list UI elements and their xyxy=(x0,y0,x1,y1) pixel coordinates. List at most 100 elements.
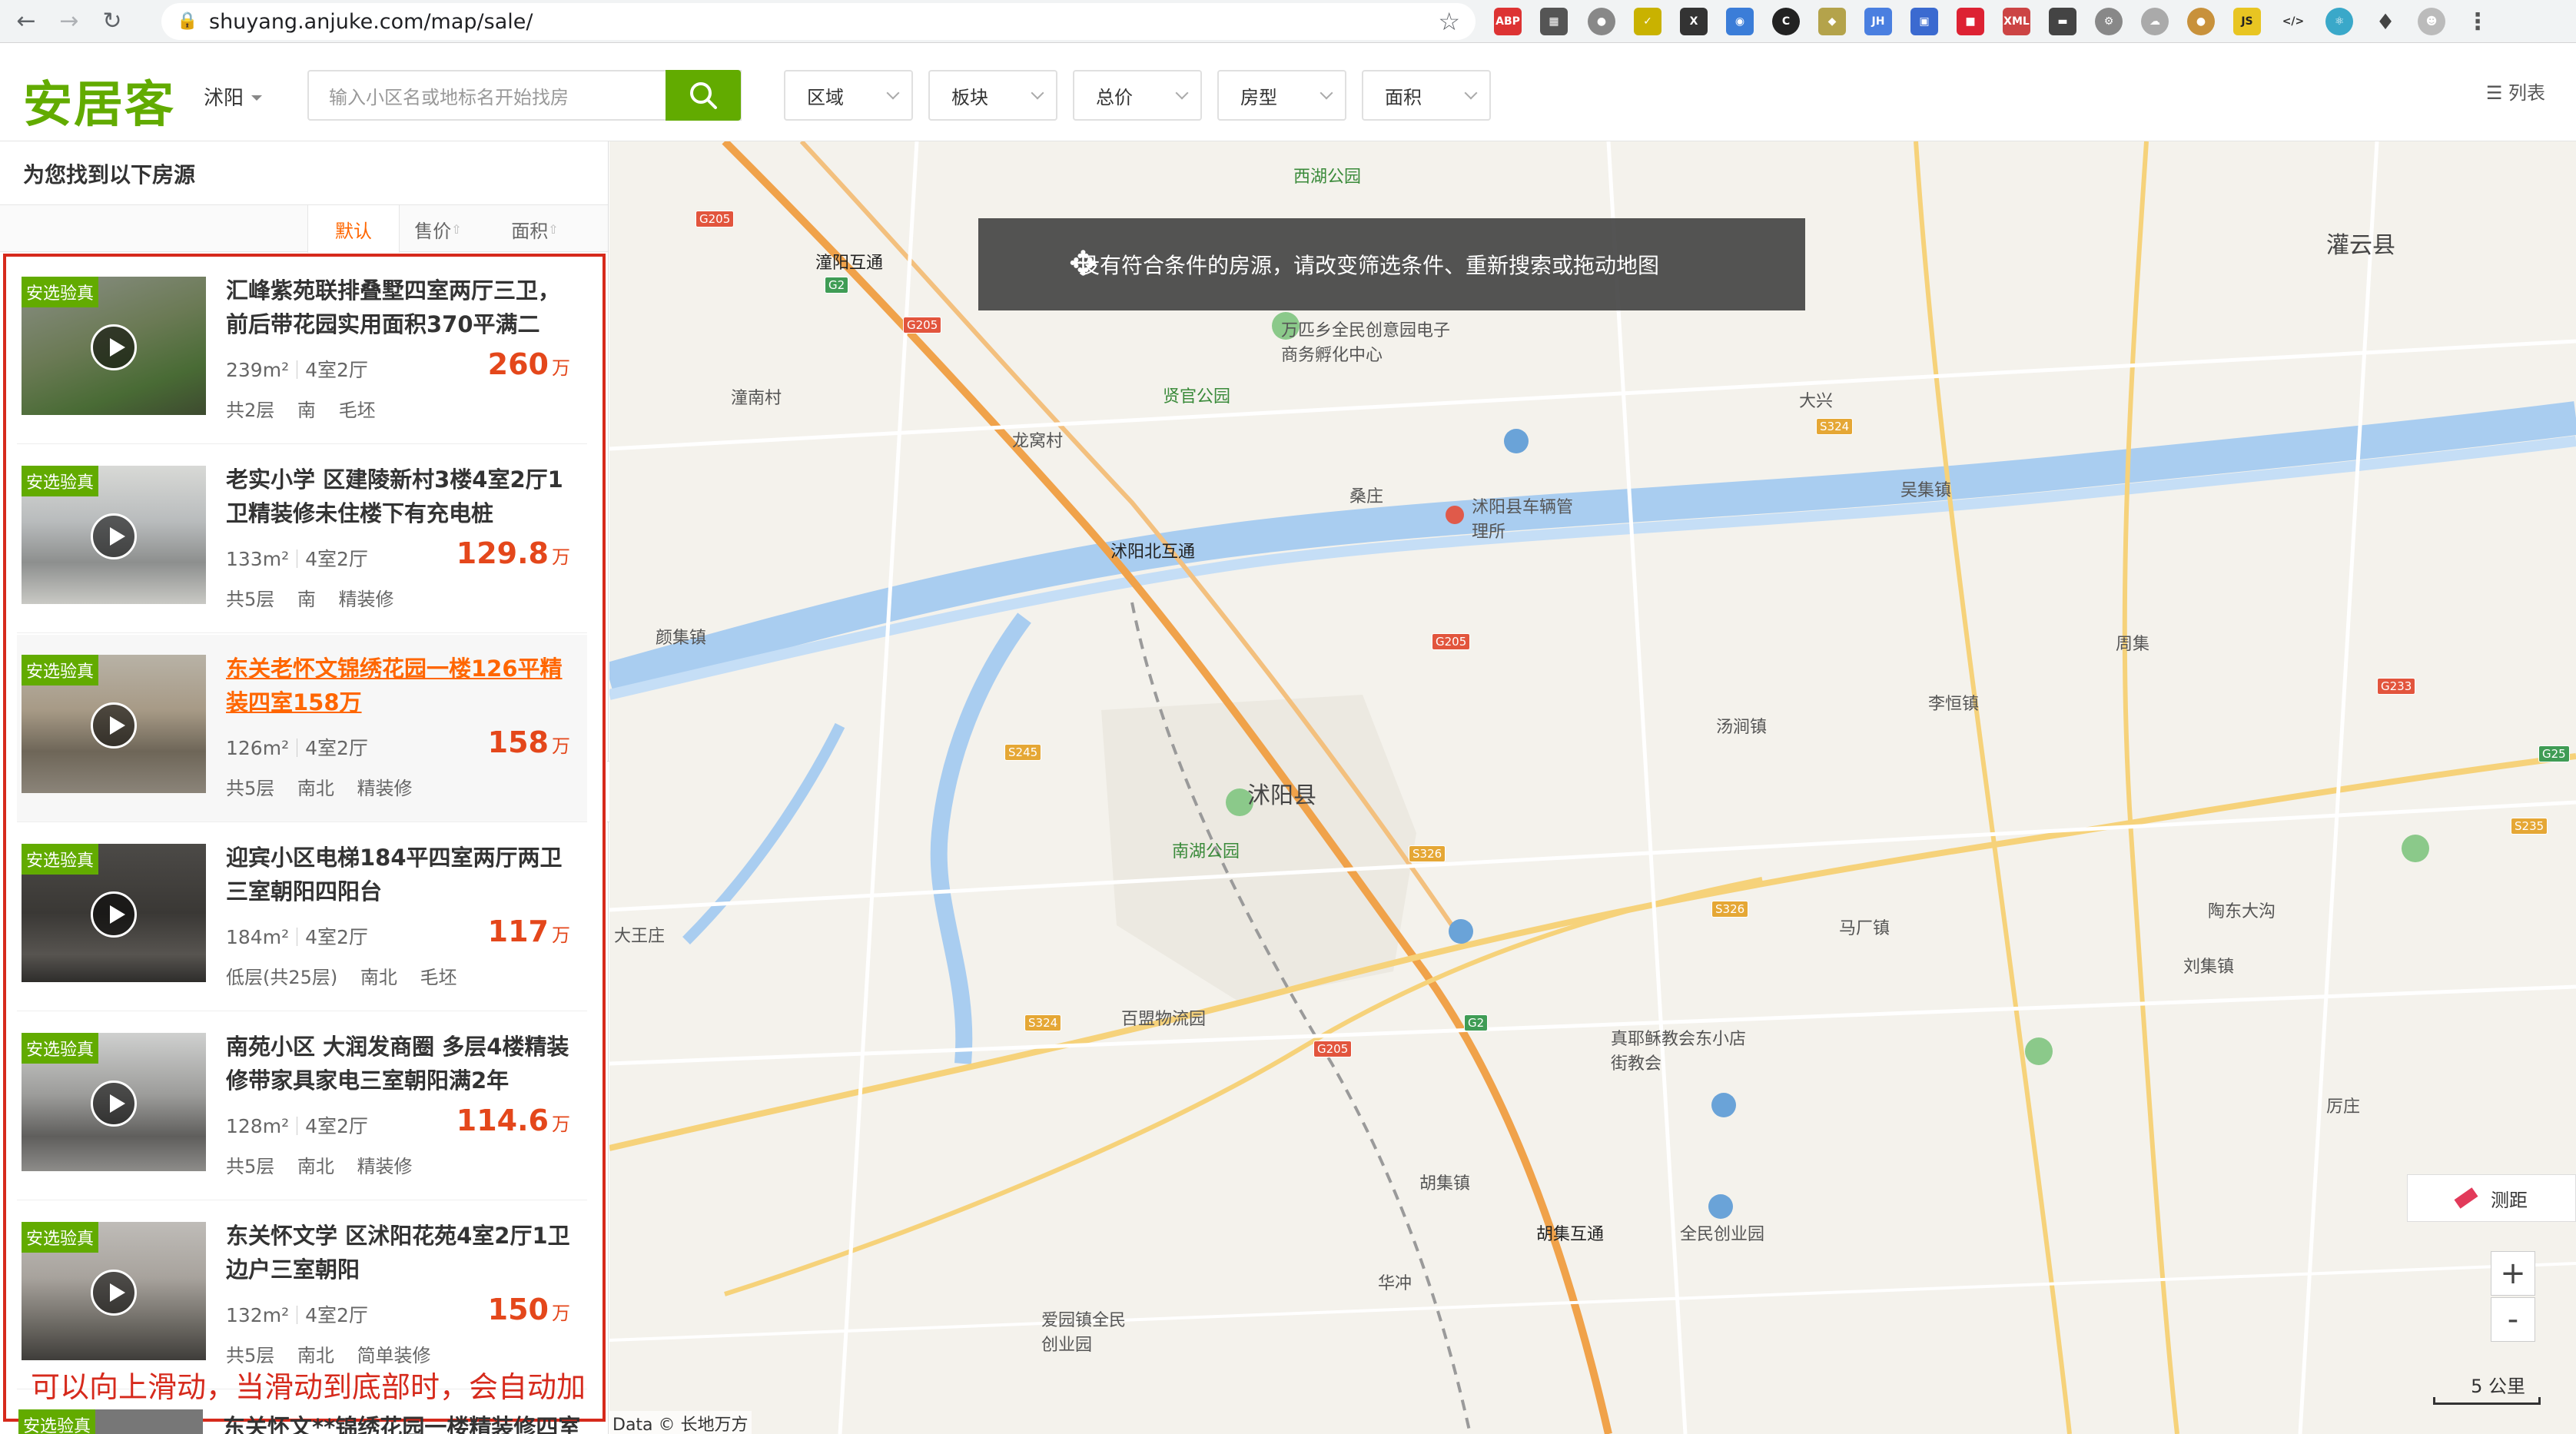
map-label: 李恒镇 xyxy=(1928,695,1980,714)
price-unit: 万 xyxy=(552,357,570,379)
sort-default[interactable]: 默认 xyxy=(307,205,400,253)
map-label: 桑庄 xyxy=(1349,487,1384,506)
listing-title[interactable]: 南苑小区 大润发商圈 多层4楼精装修带家具家电三室朝阳满2年 xyxy=(226,1030,579,1097)
zoom-in-button[interactable]: + xyxy=(2491,1251,2535,1296)
road-shield: S245 xyxy=(1004,744,1042,761)
profile-avatar-icon[interactable]: ☻ xyxy=(2418,8,2445,35)
listing-item[interactable]: 安选验真 东关老怀文锦绣花园一楼126平精装四室158万 126m² 4室2厅 1… xyxy=(17,635,587,822)
listing-layout: 4室2厅 xyxy=(305,548,368,570)
listing-layout: 4室2厅 xyxy=(305,1304,368,1326)
sort-area[interactable]: 面积 ⇧ xyxy=(489,205,581,253)
listing-title[interactable]: 东关老怀文锦绣花园一楼126平精装四室158万 xyxy=(226,652,579,719)
verified-badge: 安选验真 xyxy=(22,1033,99,1064)
back-icon[interactable]: ← xyxy=(9,5,43,38)
zoom-out-button[interactable]: - xyxy=(2491,1297,2535,1342)
qr-icon[interactable]: ▦ xyxy=(1540,8,1568,35)
toast-message: 没有符合条件的房源，请改变筛选条件、重新搜索或拖动地图 xyxy=(1078,253,1660,278)
listing-photo[interactable]: 安选验真 xyxy=(22,1033,206,1171)
map-label: 龙窝村 xyxy=(1012,432,1064,451)
listing-item[interactable]: 安选验真 老实小学 区建陵新村3楼4室2厅1卫精装修未住楼下有充电桩 133m²… xyxy=(17,446,587,633)
list-view-button[interactable]: ☰ 列表 xyxy=(2486,78,2545,105)
filter-total-price[interactable]: 总价 xyxy=(1073,70,1202,121)
play-video-icon[interactable] xyxy=(91,1270,137,1316)
code-icon[interactable]: </> xyxy=(2279,8,2307,35)
c-extension-icon[interactable]: C xyxy=(1772,8,1800,35)
listing-photo[interactable]: 安选验真 xyxy=(22,466,206,604)
xml-icon[interactable]: XML xyxy=(2003,8,2030,35)
listing-layout: 4室2厅 xyxy=(305,359,368,381)
react-icon[interactable]: ⚛ xyxy=(2325,8,2353,35)
listing-item[interactable]: 安选验真 南苑小区 大润发商圈 多层4楼精装修带家具家电三室朝阳满2年 128m… xyxy=(17,1013,587,1200)
listing-item-partial[interactable]: 安选验真 东关怀文**锦绣花园一楼精装修四室两 xyxy=(14,1409,598,1434)
translate-icon[interactable]: ◉ xyxy=(1726,8,1754,35)
map-label: 大兴 xyxy=(1799,392,1834,411)
forward-icon[interactable]: → xyxy=(52,5,86,38)
lightning-icon[interactable]: ✓ xyxy=(1634,8,1661,35)
play-video-icon[interactable] xyxy=(91,324,137,370)
listing-photo[interactable]: 安选验真 xyxy=(18,1409,203,1434)
filter-area[interactable]: 面积 xyxy=(1362,70,1491,121)
sort-price[interactable]: 售价 ⇧ xyxy=(392,205,484,253)
verified-badge: 安选验真 xyxy=(22,466,99,496)
listing-title[interactable]: 迎宾小区电梯184平四室两厅两卫 三室朝阳四阳台 xyxy=(226,841,579,908)
map-copyright: Data © 长地万方 xyxy=(609,1411,752,1434)
listing-item[interactable]: 安选验真 东关怀文学 区沭阳花苑4室2厅1卫边户三室朝阳 132m² 4室2厅 1… xyxy=(17,1202,587,1389)
play-video-icon[interactable] xyxy=(91,702,137,749)
city-selector[interactable]: 沭阳 xyxy=(204,82,262,111)
map-label: 潼阳互通 xyxy=(815,254,884,273)
map-label: 胡集镇 xyxy=(1419,1174,1471,1193)
play-video-icon[interactable] xyxy=(91,513,137,559)
listing-photo[interactable]: 安选验真 xyxy=(22,1222,206,1360)
listing-item[interactable]: 安选验真 汇峰紫苑联排叠墅四室两厅三卫，前后带花园实用面积370平满二 239m… xyxy=(17,257,587,444)
filter-block[interactable]: 板块 xyxy=(928,70,1057,121)
filter-room-type[interactable]: 房型 xyxy=(1217,70,1346,121)
road-shield: G205 xyxy=(695,211,735,227)
filter-area-label: 面积 xyxy=(1385,86,1422,108)
globe-icon[interactable]: ● xyxy=(1588,8,1615,35)
verified-badge: 安选验真 xyxy=(22,655,99,685)
red-extension-icon[interactable]: ■ xyxy=(1957,8,1984,35)
address-bar[interactable]: 🔒 shuyang.anjuke.com/map/sale/ ☆ xyxy=(161,3,1476,40)
search-button[interactable] xyxy=(666,70,741,121)
listing-photo[interactable]: 安选验真 xyxy=(22,844,206,982)
adblock-icon[interactable]: ABP xyxy=(1494,8,1522,35)
listing-title[interactable]: 老实小学 区建陵新村3楼4室2厅1卫精装修未住楼下有充电桩 xyxy=(226,463,579,530)
chevron-down-icon xyxy=(1464,86,1478,100)
filter-region[interactable]: 区域 xyxy=(784,70,913,121)
road-shield: G25 xyxy=(2538,745,2570,762)
listing-decoration: 精装修 xyxy=(357,778,413,799)
puzzle-icon[interactable]: ♦ xyxy=(2372,8,2399,35)
measure-distance-button[interactable]: 测距 xyxy=(2407,1174,2576,1222)
listing-photo[interactable]: 安选验真 xyxy=(22,277,206,415)
cookie-icon[interactable]: ● xyxy=(2187,8,2215,35)
play-video-icon[interactable] xyxy=(91,1080,137,1127)
map-label: 百盟物流园 xyxy=(1121,1010,1207,1029)
road-shield: G205 xyxy=(903,317,942,334)
js-icon[interactable]: JS xyxy=(2233,8,2261,35)
listing-item[interactable]: 安选验真 迎宾小区电梯184平四室两厅两卫 三室朝阳四阳台 184m² 4室2厅 … xyxy=(17,824,587,1011)
cloud-icon[interactable]: ☁ xyxy=(2141,8,2169,35)
gear-icon[interactable]: ⚙ xyxy=(2095,8,2123,35)
listing-price: 150 万 xyxy=(488,1293,570,1326)
listing-decoration: 毛坯 xyxy=(420,967,457,988)
pin-icon[interactable]: ◆ xyxy=(1818,8,1846,35)
reload-icon[interactable]: ↻ xyxy=(95,5,129,38)
listing-meta: 126m² 4室2厅 xyxy=(226,733,368,761)
listing-title[interactable]: 东关怀文学 区沭阳花苑4室2厅1卫边户三室朝阳 xyxy=(226,1219,579,1286)
mask-icon[interactable]: ▬ xyxy=(2049,8,2076,35)
x-extension-icon[interactable]: X xyxy=(1680,8,1708,35)
sort-arrow-icon: ⇧ xyxy=(548,221,559,237)
map-label: 万匹乡全民创意园电子商务孵化中心 xyxy=(1281,321,1451,365)
listing-title[interactable]: 汇峰紫苑联排叠墅四室两厅三卫，前后带花园实用面积370平满二 xyxy=(226,274,579,341)
play-video-icon[interactable] xyxy=(91,891,137,938)
site-logo[interactable]: 安居客 xyxy=(23,65,175,136)
map-canvas[interactable]: 沭阳县 沭阳北互通 潼阳互通 灌云县 西湖公园 贤官公园 南湖公园 百盟物流园 … xyxy=(609,141,2576,1434)
listing-list[interactable]: 安选验真 汇峰紫苑联排叠墅四室两厅三卫，前后带花园实用面积370平满二 239m… xyxy=(3,254,606,1422)
listing-title[interactable]: 东关怀文**锦绣花园一楼精装修四室两 xyxy=(223,1409,598,1434)
bookmark-star-icon[interactable]: ☆ xyxy=(1438,7,1460,36)
jh-extension-icon[interactable]: JH xyxy=(1864,8,1892,35)
menu-dots-icon[interactable]: ⋮ xyxy=(2464,8,2491,35)
save-icon[interactable]: ▣ xyxy=(1910,8,1938,35)
listing-photo[interactable]: 安选验真 xyxy=(22,655,206,793)
listing-layout: 4室2厅 xyxy=(305,737,368,759)
